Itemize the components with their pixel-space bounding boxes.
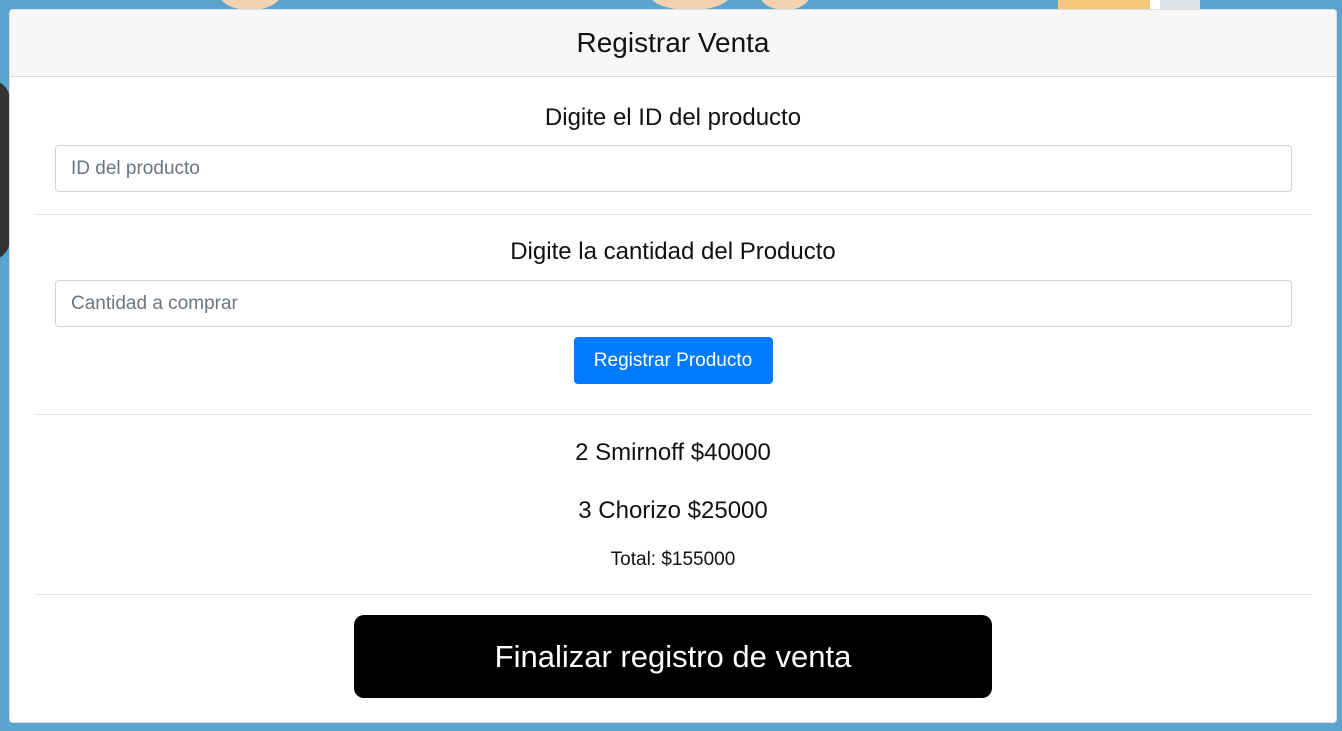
sale-items-list: 2 Smirnoff $40000 3 Chorizo $25000 Total…	[35, 415, 1311, 595]
list-item: 3 Chorizo $25000	[578, 497, 768, 524]
page-title: Registrar Venta	[576, 27, 770, 58]
sale-registration-card: Registrar Venta Digite el ID del product…	[9, 9, 1337, 723]
sale-total: Total: $155000	[610, 549, 736, 570]
card-header: Registrar Venta	[10, 10, 1336, 77]
quantity-input[interactable]	[55, 280, 1292, 327]
finalize-sale-button[interactable]: Finalizar registro de venta	[354, 615, 992, 698]
quantity-label: Digite la cantidad del Producto	[510, 238, 836, 265]
quantity-section: Digite la cantidad del Producto Registra…	[35, 215, 1311, 415]
product-id-label: Digite el ID del producto	[544, 104, 802, 131]
list-item: 2 Smirnoff $40000	[575, 439, 771, 466]
register-product-button[interactable]: Registrar Producto	[573, 337, 773, 384]
product-id-section: Digite el ID del producto	[35, 77, 1311, 215]
product-id-input[interactable]	[55, 145, 1292, 192]
